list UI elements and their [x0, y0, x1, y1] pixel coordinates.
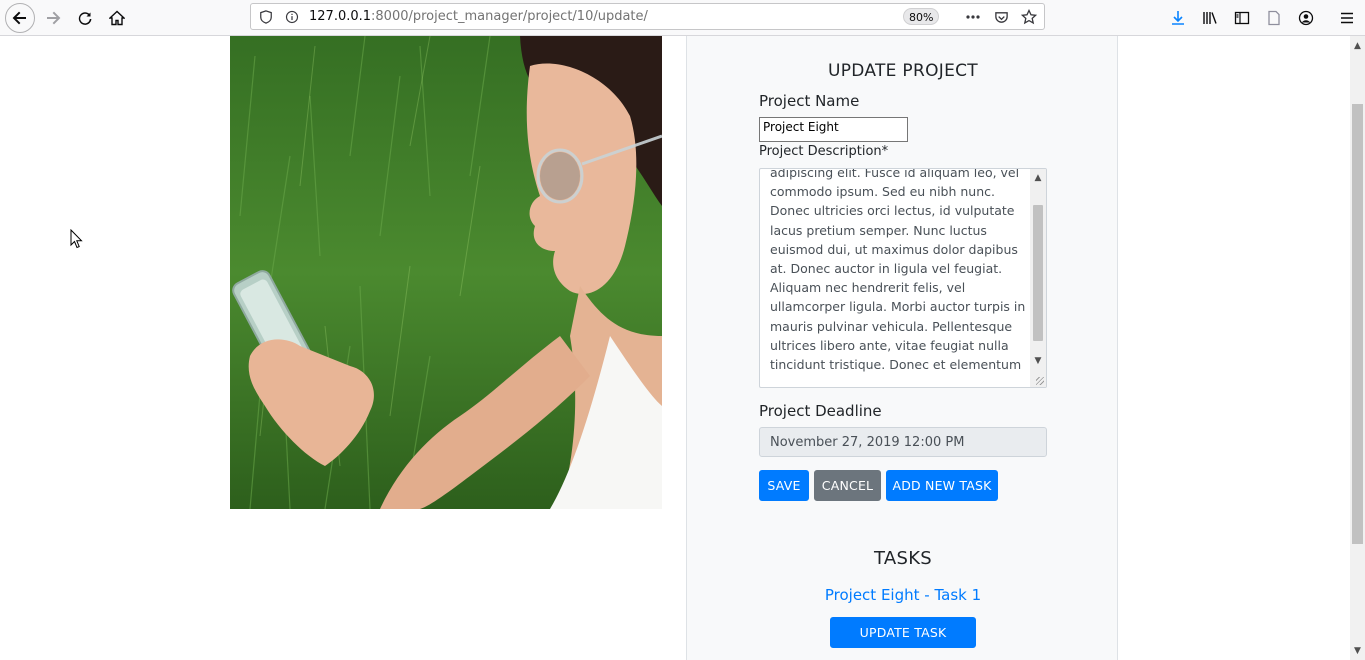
mouse-cursor-icon: [70, 229, 83, 249]
forward-button[interactable]: [38, 3, 68, 33]
project-image: [230, 36, 662, 509]
tracking-shield-icon[interactable]: [255, 6, 277, 28]
project-name-input[interactable]: Project Eight: [759, 117, 908, 142]
add-new-task-button[interactable]: ADD NEW TASK: [886, 470, 998, 501]
page-content: UPDATE PROJECT Project Name Project Eigh…: [0, 36, 1350, 660]
page-scroll-thumb[interactable]: [1352, 104, 1363, 544]
download-icon: [1172, 11, 1184, 25]
page-actions-icon[interactable]: [962, 6, 984, 28]
home-icon: [109, 10, 125, 26]
save-button[interactable]: SAVE: [759, 470, 809, 501]
reload-icon: [78, 12, 92, 25]
bookmark-star-icon[interactable]: [1018, 6, 1040, 28]
scroll-down-arrow-icon[interactable]: ▼: [1030, 353, 1046, 369]
task-link[interactable]: Project Eight - Task 1: [687, 586, 1119, 604]
document-icon: [1268, 10, 1280, 26]
project-description-text: adipiscing elit. Fusce id aliquam leo, v…: [770, 168, 1026, 373]
project-description-label: Project Description*: [759, 144, 889, 159]
tasks-heading: TASKS: [873, 548, 933, 569]
sidebar-button[interactable]: [1227, 3, 1257, 33]
page-title: UPDATE PROJECT: [828, 61, 978, 81]
resize-grip-icon[interactable]: [1036, 377, 1044, 385]
update-project-panel: UPDATE PROJECT Project Name Project Eigh…: [686, 36, 1118, 660]
url-path: :8000/project_manager/project/10/update/: [371, 9, 648, 24]
sidebar-icon: [1234, 11, 1250, 25]
menu-button[interactable]: [1332, 3, 1362, 33]
address-bar[interactable]: 127.0.0.1:8000/project_manager/project/1…: [250, 3, 1045, 30]
account-icon: [1298, 10, 1314, 26]
project-deadline-field[interactable]: November 27, 2019 12:00 PM: [759, 427, 1047, 457]
page-scrollbar[interactable]: ▲ ▼: [1350, 36, 1365, 660]
arrow-left-icon: [12, 11, 26, 25]
update-task-button[interactable]: UPDATE TASK: [830, 617, 976, 648]
browser-toolbar: 127.0.0.1:8000/project_manager/project/1…: [0, 0, 1365, 36]
site-info-icon[interactable]: [281, 6, 303, 28]
page-scroll-up-icon[interactable]: ▲: [1350, 38, 1365, 53]
account-button[interactable]: [1291, 3, 1321, 33]
reload-button[interactable]: [70, 3, 100, 33]
project-deadline-label: Project Deadline: [759, 402, 882, 420]
library-button[interactable]: [1195, 3, 1225, 33]
reader-view-button[interactable]: [1259, 3, 1289, 33]
woman-phone-photo: [230, 36, 662, 509]
scroll-thumb[interactable]: [1033, 205, 1043, 341]
cancel-button[interactable]: CANCEL: [814, 470, 881, 501]
downloads-button[interactable]: [1163, 3, 1193, 33]
textarea-scrollbar[interactable]: ▲ ▼: [1030, 169, 1046, 387]
arrow-right-icon: [47, 11, 61, 25]
zoom-level[interactable]: 80%: [903, 8, 940, 25]
page-scroll-down-icon[interactable]: ▼: [1350, 643, 1365, 658]
project-name-label: Project Name: [759, 92, 860, 110]
url-host: 127.0.0.1: [309, 9, 372, 24]
project-description-textarea[interactable]: adipiscing elit. Fusce id aliquam leo, v…: [759, 168, 1047, 388]
scroll-up-arrow-icon[interactable]: ▲: [1030, 170, 1046, 186]
library-icon: [1203, 12, 1217, 24]
url-text[interactable]: 127.0.0.1:8000/project_manager/project/1…: [309, 9, 648, 24]
hamburger-menu-icon: [1341, 12, 1353, 24]
back-button[interactable]: [5, 3, 35, 33]
home-button[interactable]: [102, 3, 132, 33]
pocket-icon[interactable]: [990, 6, 1012, 28]
